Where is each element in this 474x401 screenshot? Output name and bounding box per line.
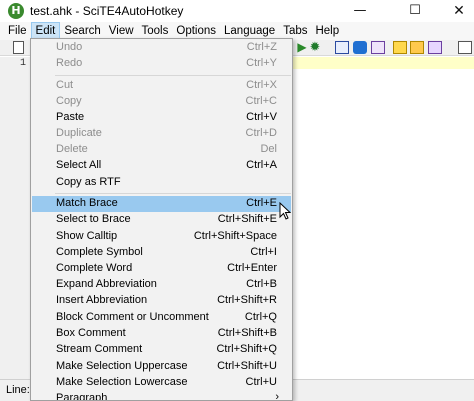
menu-separator (55, 193, 291, 194)
menu-item-label: Delete (56, 143, 88, 155)
toolbox-icon-1[interactable] (335, 41, 349, 54)
menu-item-expand-abbreviation[interactable]: Expand Abbreviation Ctrl+B (32, 277, 291, 293)
menu-item-label: Box Comment (56, 327, 126, 339)
menu-item-shortcut: Ctrl+X (246, 79, 277, 91)
folder-icon-2[interactable] (410, 41, 424, 54)
menu-item-show-calltip[interactable]: Show Calltip Ctrl+Shift+Space (32, 229, 291, 245)
menu-item-label: Make Selection Lowercase (56, 376, 188, 388)
line-number: 1 (20, 58, 27, 69)
menu-file[interactable]: File (4, 22, 31, 40)
menu-item-complete-symbol[interactable]: Complete Symbol Ctrl+I (32, 245, 291, 261)
menu-item-shortcut: Ctrl+C (245, 95, 277, 107)
menu-item-cut[interactable]: Cut Ctrl+X (32, 78, 291, 94)
new-file-icon[interactable] (13, 41, 24, 54)
menu-item-redo[interactable]: Redo Ctrl+Y (32, 56, 291, 72)
menu-item-complete-word[interactable]: Complete Word Ctrl+Enter (32, 261, 291, 277)
menu-item-label: Paragraph (56, 392, 108, 401)
menu-item-shortcut: Ctrl+I (250, 246, 277, 258)
menu-item-shortcut: Ctrl+Shift+Space (193, 230, 277, 242)
menu-item-paragraph[interactable]: Paragraph › (32, 391, 291, 401)
menu-item-paste[interactable]: Paste Ctrl+V (32, 110, 291, 126)
menu-item-label: Undo (56, 41, 83, 53)
chevron-right-icon: › (275, 391, 279, 401)
menu-item-shortcut: Ctrl+B (246, 278, 277, 290)
menu-item-shortcut: Ctrl+Shift+B (217, 327, 277, 339)
edit-menu-dropdown: Undo Ctrl+Z Redo Ctrl+Y Cut Ctrl+X Copy … (30, 38, 293, 401)
menu-item-duplicate[interactable]: Duplicate Ctrl+D (32, 126, 291, 142)
menu-item-shortcut: Ctrl+U (245, 376, 277, 388)
menu-separator (55, 75, 291, 76)
menu-item-copy-as-rtf[interactable]: Copy as RTF (32, 175, 291, 191)
close-button[interactable]: ✕ (436, 0, 474, 22)
menu-item-shortcut: Ctrl+Shift+E (217, 213, 277, 225)
new-file-icon-2[interactable] (458, 41, 472, 54)
menu-item-label: Match Brace (56, 197, 118, 209)
menu-item-label: Insert Abbreviation (56, 294, 148, 306)
menu-item-uppercase[interactable]: Make Selection Uppercase Ctrl+Shift+U (32, 359, 291, 375)
menu-item-label: Expand Abbreviation (56, 278, 157, 290)
menu-item-stream-comment[interactable]: Stream Comment Ctrl+Shift+Q (32, 342, 291, 358)
run-icon[interactable]: ▶ (295, 41, 309, 54)
menu-item-shortcut: Ctrl+Z (246, 41, 277, 53)
window-title: test.ahk - SciTE4AutoHotkey (30, 4, 184, 18)
menu-help[interactable]: Help (311, 22, 343, 40)
menu-item-match-brace[interactable]: Match Brace Ctrl+E (32, 196, 291, 212)
menu-item-label: Block Comment or Uncomment (56, 311, 209, 323)
status-text: Line: (6, 384, 30, 396)
menu-item-block-comment[interactable]: Block Comment or Uncomment Ctrl+Q (32, 310, 291, 326)
menu-item-shortcut: Ctrl+Shift+Q (216, 343, 277, 355)
toolbox-icon-2[interactable] (353, 41, 367, 54)
menu-item-label: Copy as RTF (56, 176, 121, 188)
menu-item-insert-abbreviation[interactable]: Insert Abbreviation Ctrl+Shift+R (32, 293, 291, 309)
menu-item-shortcut: Ctrl+A (246, 159, 277, 171)
maximize-button[interactable]: ☐ (392, 0, 438, 22)
menu-item-shortcut: Ctrl+V (246, 111, 277, 123)
mouse-cursor-icon (279, 202, 291, 220)
settings-icon[interactable]: ✹ (308, 41, 322, 54)
tool-icon[interactable] (428, 41, 442, 54)
menu-item-shortcut: Ctrl+Q (244, 311, 277, 323)
menu-item-shortcut: Ctrl+Shift+U (217, 360, 277, 372)
menu-item-label: Cut (56, 79, 74, 91)
menu-item-delete[interactable]: Delete Del (32, 142, 291, 158)
menu-item-label: Redo (56, 57, 83, 69)
menu-item-label: Copy (56, 95, 82, 107)
menu-item-shortcut: Ctrl+Enter (227, 262, 277, 274)
app-icon: H (8, 3, 24, 19)
menu-item-label: Show Calltip (56, 230, 118, 242)
menu-item-shortcut: Ctrl+D (245, 127, 277, 139)
menu-item-shortcut: Ctrl+Shift+R (217, 294, 277, 306)
line-gutter: 1 (0, 57, 33, 379)
menu-item-select-to-brace[interactable]: Select to Brace Ctrl+Shift+E (32, 212, 291, 228)
menu-item-label: Duplicate (56, 127, 102, 139)
menu-item-label: Stream Comment (56, 343, 143, 355)
folder-icon-1[interactable] (393, 41, 407, 54)
menu-item-copy[interactable]: Copy Ctrl+C (32, 94, 291, 110)
menu-item-lowercase[interactable]: Make Selection Lowercase Ctrl+U (32, 375, 291, 391)
menu-item-undo[interactable]: Undo Ctrl+Z (32, 40, 291, 56)
menu-item-label: Make Selection Uppercase (56, 360, 188, 372)
minimize-button[interactable]: — (337, 0, 383, 22)
menu-item-shortcut: Ctrl+Y (246, 57, 277, 69)
menu-item-label: Complete Word (56, 262, 133, 274)
menu-item-label: Paste (56, 111, 85, 123)
menu-item-label: Complete Symbol (56, 246, 143, 258)
menu-item-box-comment[interactable]: Box Comment Ctrl+Shift+B (32, 326, 291, 342)
title-bar: H test.ahk - SciTE4AutoHotkey — ☐ ✕ (0, 0, 474, 22)
menu-item-shortcut: Ctrl+E (246, 197, 277, 209)
menu-item-shortcut: Del (260, 143, 277, 155)
toolbox-icon-3[interactable] (371, 41, 385, 54)
menu-item-label: Select All (56, 159, 102, 171)
menu-item-select-all[interactable]: Select All Ctrl+A (32, 158, 291, 174)
menu-item-label: Select to Brace (56, 213, 131, 225)
